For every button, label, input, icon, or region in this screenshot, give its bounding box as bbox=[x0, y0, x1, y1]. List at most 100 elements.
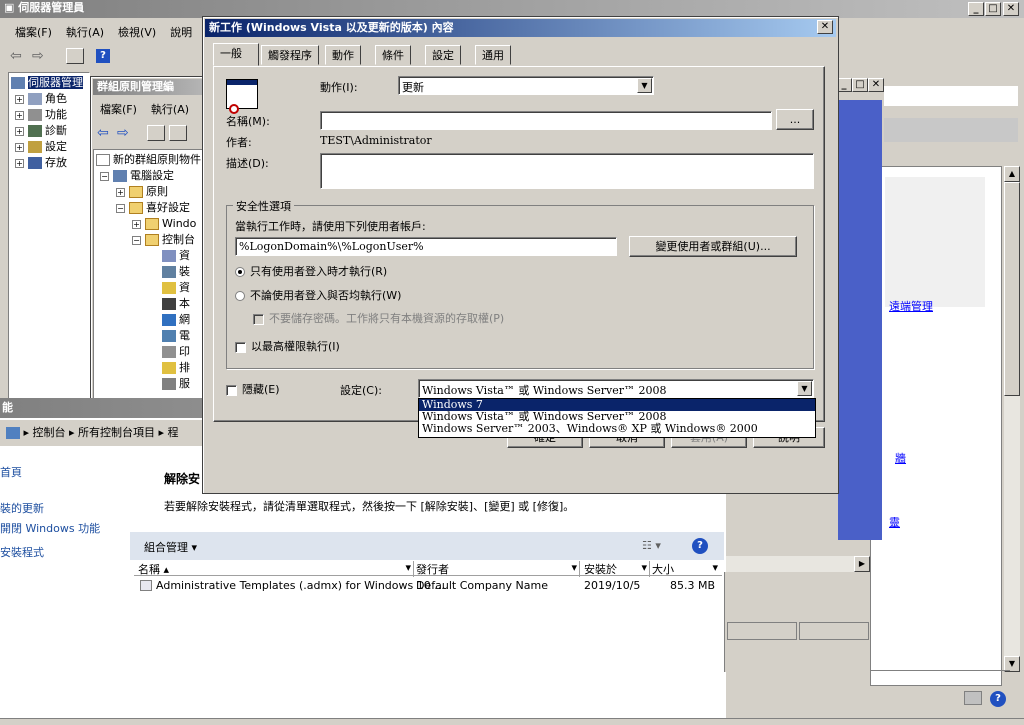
gpo-menu-action[interactable]: 執行(A) bbox=[144, 101, 196, 117]
gpo-menu-file[interactable]: 檔案(F) bbox=[93, 101, 144, 117]
folder-icon bbox=[145, 218, 159, 230]
change-user-button[interactable]: 變更使用者或群組(U)... bbox=[629, 236, 797, 257]
help-circle-icon[interactable]: ? bbox=[990, 691, 1006, 707]
folder-icon bbox=[129, 202, 143, 214]
organize-button[interactable]: 組合管理 ▾ bbox=[144, 539, 197, 555]
gpo-tree-computer-config[interactable]: − 電腦設定 bbox=[96, 168, 202, 184]
spirit-link[interactable]: 靈 bbox=[889, 514, 900, 530]
back-arrow-icon[interactable]: ⇦ bbox=[10, 48, 22, 64]
name-field[interactable] bbox=[320, 111, 772, 130]
gpo-tree-policies[interactable]: + 原則 bbox=[96, 184, 202, 200]
column-size[interactable]: 大小 ▾ bbox=[652, 561, 720, 577]
help-button-icon[interactable]: ? bbox=[692, 538, 708, 554]
tab-settings[interactable]: 設定 bbox=[425, 45, 461, 65]
config-dropdown[interactable]: Windows Vista™ 或 Windows Server™ 2008 ▼ bbox=[418, 379, 814, 398]
browse-button[interactable]: ... bbox=[776, 109, 814, 130]
breadcrumb-programs[interactable]: 程 bbox=[168, 426, 179, 439]
console-tree-icon[interactable] bbox=[66, 48, 84, 64]
bg-close-button[interactable]: ✕ bbox=[868, 78, 884, 92]
tree-item-server-manager[interactable]: 伺服器管理 bbox=[11, 75, 87, 91]
highest-privileges-checkbox[interactable]: 以最高權限執行(I) bbox=[235, 338, 340, 354]
remote-management-link[interactable]: 遠端管理 bbox=[889, 298, 933, 314]
tree-item-diagnostics[interactable]: + 診斷 bbox=[11, 123, 87, 139]
minimize-button[interactable]: _ bbox=[968, 2, 984, 16]
gpo-tree-item[interactable]: 網 bbox=[96, 312, 202, 328]
action-dropdown[interactable]: 更新 ▼ bbox=[398, 76, 654, 95]
table-row[interactable]: Administrative Templates (.admx) for Win… bbox=[134, 578, 722, 594]
radio-logged-on-only[interactable]: 只有使用者登入時才執行(R) bbox=[235, 263, 387, 279]
gpo-tree-preferences[interactable]: − 喜好設定 bbox=[96, 200, 202, 216]
bg-maximize-button[interactable]: □ bbox=[852, 78, 868, 92]
program-publisher: Default Company Name bbox=[416, 579, 548, 592]
right-vertical-scrollbar[interactable]: ▲ ▼ bbox=[1004, 166, 1020, 672]
close-button[interactable]: ✕ bbox=[1003, 2, 1019, 16]
menu-file[interactable]: 檔案(F) bbox=[8, 24, 59, 40]
scroll-right-button[interactable]: ▶ bbox=[854, 556, 870, 572]
author-label: 作者: bbox=[226, 136, 252, 149]
tree-item-features[interactable]: + 功能 bbox=[11, 107, 87, 123]
left-link-home[interactable]: 首頁 bbox=[0, 464, 22, 480]
column-installed-on[interactable]: 安裝於 ▾ bbox=[584, 561, 650, 577]
chevron-down-icon[interactable]: ▼ bbox=[637, 78, 652, 93]
tab-general[interactable]: 一般 bbox=[213, 43, 259, 66]
do-not-store-password-checkbox: 不要儲存密碼。工作將只有本機資源的存取權(P) bbox=[253, 310, 504, 326]
tab-triggers[interactable]: 觸發程序 bbox=[261, 45, 319, 65]
gpo-back-icon[interactable]: ⇦ bbox=[97, 125, 109, 141]
user-account-field[interactable]: %LogonDomain%\%LogonUser% bbox=[235, 237, 617, 256]
scroll-up-button[interactable]: ▲ bbox=[1004, 166, 1020, 182]
menu-help[interactable]: 說明 bbox=[163, 24, 199, 40]
left-link-windows-features[interactable]: 開閉 Windows 功能 bbox=[0, 520, 100, 536]
tab-conditions[interactable]: 條件 bbox=[375, 45, 411, 65]
dialog-close-button[interactable]: ✕ bbox=[817, 20, 833, 34]
column-publisher[interactable]: 發行者 ▾ bbox=[416, 561, 580, 577]
scroll-thumb[interactable] bbox=[1004, 182, 1020, 396]
gpo-tree-item[interactable]: 服 bbox=[96, 376, 202, 392]
forward-arrow-icon[interactable]: ⇨ bbox=[32, 48, 44, 64]
left-link-updates[interactable]: 裝的更新 bbox=[0, 500, 44, 516]
gpo-tree-pane: 新的群組原則物件 − 電腦設定 + 原則 − 喜好設定 + Windo − 控制台 資 裝… bbox=[93, 149, 205, 399]
gpo-forward-icon[interactable]: ⇨ bbox=[117, 125, 129, 141]
gpo-tree-item[interactable]: 資 bbox=[96, 280, 202, 296]
security-options-group: 安全性選項 當執行工作時，請使用下列使用者帳戶: %LogonDomain%\%… bbox=[226, 198, 814, 369]
hidden-checkbox[interactable]: 隱藏(E) bbox=[226, 381, 280, 397]
help-icon[interactable]: ? bbox=[96, 49, 110, 63]
menu-view[interactable]: 檢視(V) bbox=[111, 24, 163, 40]
gpo-tree-item[interactable]: 電 bbox=[96, 328, 202, 344]
print-icon[interactable] bbox=[964, 691, 982, 705]
blue-frame bbox=[838, 100, 882, 540]
tree-item-storage[interactable]: + 存放 bbox=[11, 155, 87, 171]
column-name[interactable]: 名稱 ▴ ▾ bbox=[138, 561, 414, 577]
firewall-link[interactable]: 牆 bbox=[895, 450, 906, 466]
action-label: 動作(I): bbox=[320, 81, 358, 94]
gpo-tree-root[interactable]: 新的群組原則物件 bbox=[96, 152, 202, 168]
tab-common[interactable]: 通用 bbox=[475, 45, 511, 65]
gpo-tree-item[interactable]: 裝 bbox=[96, 264, 202, 280]
gpo-tree-control-panel[interactable]: − 控制台 bbox=[96, 232, 202, 248]
tab-actions[interactable]: 動作 bbox=[325, 45, 361, 65]
radio-whether-logged-on[interactable]: 不論使用者登入與否均執行(W) bbox=[235, 287, 401, 303]
program-name: Administrative Templates (.admx) for Win… bbox=[156, 579, 445, 592]
gpo-tree-item[interactable]: 印 bbox=[96, 344, 202, 360]
chevron-down-icon[interactable]: ▼ bbox=[797, 381, 812, 396]
security-options-label: 安全性選項 bbox=[233, 198, 294, 214]
gpo-tree-windows[interactable]: + Windo bbox=[96, 216, 202, 232]
config-option-xp[interactable]: Windows Server™ 2003、Windows® XP 或 Windo… bbox=[419, 423, 815, 435]
tree-item-configuration[interactable]: + 設定 bbox=[11, 139, 87, 155]
gpo-tree-item[interactable]: 本 bbox=[96, 296, 202, 312]
gpo-toolbar: ⇦ ⇨ bbox=[93, 123, 203, 145]
description-field[interactable] bbox=[320, 153, 814, 189]
view-options-icon[interactable]: ☷ ▾ bbox=[642, 539, 661, 552]
breadcrumb-control-panel[interactable]: 控制台 bbox=[33, 426, 66, 439]
gpo-up-icon[interactable] bbox=[147, 125, 165, 141]
tab-panel: 動作(I): 更新 ▼ 名稱(M): ... 作者: TEST\Administ… bbox=[213, 66, 825, 438]
breadcrumb-all-items[interactable]: 所有控制台項目 bbox=[78, 426, 155, 439]
maximize-button[interactable]: □ bbox=[985, 2, 1001, 16]
menu-action[interactable]: 執行(A) bbox=[59, 24, 111, 40]
name-label: 名稱(M): bbox=[226, 115, 270, 128]
left-link-install[interactable]: 安裝程式 bbox=[0, 544, 44, 560]
horizontal-scrollbar[interactable]: ▶ bbox=[724, 556, 870, 572]
gpo-tree-item[interactable]: 資 bbox=[96, 248, 202, 264]
gpo-tree-item[interactable]: 排 bbox=[96, 360, 202, 376]
gpo-view-icon[interactable] bbox=[169, 125, 187, 141]
tree-item-roles[interactable]: + 角色 bbox=[11, 91, 87, 107]
